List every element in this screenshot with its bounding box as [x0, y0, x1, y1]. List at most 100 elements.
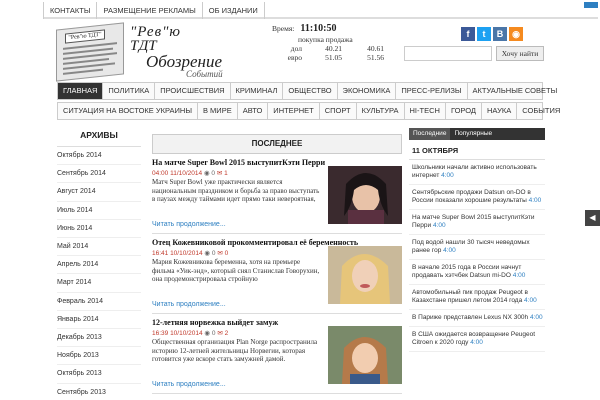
subnav-sport[interactable]: СПОРТ: [320, 103, 357, 119]
sidebar-date: 11 ОКТЯБРЯ: [409, 140, 545, 160]
read-more-link[interactable]: Читать продолжение...: [152, 381, 226, 388]
archive-item[interactable]: Апрель 2014: [57, 256, 141, 275]
eye-icon: ◉: [204, 330, 211, 337]
sidebar-news-item[interactable]: В начале 2015 года в России начнут прода…: [409, 260, 545, 285]
time-label: Время:: [272, 24, 295, 33]
nav-tips[interactable]: АКТУАЛЬНЫЕ СОВЕТЫ: [468, 83, 563, 99]
news-time: 4:00: [529, 314, 543, 321]
news-time: 4:00: [528, 197, 542, 204]
article-comments[interactable]: 2: [225, 330, 229, 337]
archive-item[interactable]: Май 2014: [57, 238, 141, 257]
article-views: 0: [211, 170, 216, 177]
article-thumbnail[interactable]: [328, 246, 402, 304]
subnav-world[interactable]: В МИРЕ: [198, 103, 238, 119]
news-time: 4:00: [524, 297, 537, 304]
currency-widget: Время: 11:10:50 покупка продажа дол 40.2…: [272, 23, 392, 62]
sidebar-news-item[interactable]: На матче Super Bowl 2015 выступитКэти Пе…: [409, 210, 545, 235]
article-thumbnail[interactable]: [328, 166, 402, 224]
topnav-contacts[interactable]: КОНТАКТЫ: [43, 2, 98, 19]
archive-item[interactable]: Декабрь 2013: [57, 329, 141, 348]
nav-home[interactable]: ГЛАВНАЯ: [58, 83, 104, 99]
archive-item[interactable]: Ноябрь 2013: [57, 347, 141, 366]
rate-currency: дол: [290, 44, 302, 53]
nav-incidents[interactable]: ПРОИСШЕСТВИЯ: [155, 83, 231, 99]
nav-economy[interactable]: ЭКОНОМИКА: [338, 83, 397, 99]
latest-news: ПОСЛЕДНЕЕ На матче Super Bowl 2015 высту…: [152, 134, 402, 394]
sidebar-news-item[interactable]: В США ожидается возвращение Peugeot Citr…: [409, 327, 545, 352]
sidebar-news-item[interactable]: Сентябрьские продажи Datsun on-DO в Росс…: [409, 185, 545, 210]
comment-icon: ✉: [217, 330, 223, 337]
rates-header: покупка продажа: [298, 35, 353, 44]
article-excerpt: Мария Кожевникова беременна, хотя на пре…: [152, 258, 320, 283]
subnav-events[interactable]: СОБЫТИЯ: [517, 103, 565, 119]
article-excerpt: Общественная организация Plan Norge расп…: [152, 338, 318, 363]
read-more-link[interactable]: Читать продолжение...: [152, 221, 226, 228]
archive-item[interactable]: Июнь 2014: [57, 220, 141, 239]
article-item: На матче Super Bowl 2015 выступитКэти Пе…: [152, 158, 402, 234]
article-item: 12-летняя норвежка выйдет замуж 16:39 10…: [152, 318, 402, 394]
read-more-link[interactable]: Читать продолжение...: [152, 301, 226, 308]
rate-sell: 40.61: [367, 44, 384, 53]
subnav-auto[interactable]: АВТО: [238, 103, 269, 119]
article-thumbnail[interactable]: [328, 326, 402, 384]
search-input[interactable]: [404, 46, 492, 61]
sidebar-news-item[interactable]: Под водой нашли 30 тысяч неведомых ранее…: [409, 235, 545, 260]
archive-item[interactable]: Октябрь 2014: [57, 147, 141, 166]
article-comments[interactable]: 1: [224, 170, 228, 177]
news-time: 4:00: [470, 339, 483, 346]
archive-widget: АРХИВЫ Октябрь 2014 Сентябрь 2014 Август…: [57, 128, 141, 400]
archive-item[interactable]: Март 2014: [57, 274, 141, 293]
archive-item[interactable]: Июль 2014: [57, 202, 141, 220]
subnav-science[interactable]: НАУКА: [482, 103, 518, 119]
twitter-icon[interactable]: t: [477, 27, 491, 41]
vk-icon[interactable]: В: [493, 27, 507, 41]
news-time: 4:00: [432, 222, 446, 229]
top-accent-bar: [584, 2, 598, 8]
social-links: f t В ◉: [461, 27, 523, 41]
sidebar-news-item[interactable]: В Париже представлен Lexus NX 300h 4:00: [409, 310, 545, 327]
subnav-internet[interactable]: ИНТЕРНЕТ: [268, 103, 320, 119]
nav-crime[interactable]: КРИМИНАЛ: [231, 83, 284, 99]
sidebar-news-item[interactable]: Школьники начали активно использовать ин…: [409, 160, 545, 185]
subnav-ukraine[interactable]: СИТУАЦИЯ НА ВОСТОКЕ УКРАИНЫ: [58, 103, 198, 119]
sidebar-news: Последние Популярные 11 ОКТЯБРЯ Школьник…: [409, 128, 545, 352]
archive-item[interactable]: Февраль 2014: [57, 293, 141, 311]
tab-popular[interactable]: Популярные: [450, 128, 496, 140]
archive-item[interactable]: Сентябрь 2014: [57, 165, 141, 184]
article-excerpt: Матч Super Bowl уже практически является…: [152, 178, 320, 203]
archive-item[interactable]: Октябрь 2013: [57, 365, 141, 384]
tab-latest[interactable]: Последние: [409, 128, 451, 140]
topnav-about[interactable]: ОБ ИЗДАНИИ: [203, 2, 265, 19]
newspaper-icon: "Рев"ю ТДТ": [56, 22, 124, 82]
newspaper-tag: "Рев"ю ТДТ": [65, 29, 105, 44]
archive-item[interactable]: Сентябрь 2013: [57, 384, 141, 400]
rate-sell: 51.56: [367, 53, 384, 62]
site-logo[interactable]: "Рев"ю ТДТ" "Рев"ю ТДТ Обозрение Событий: [56, 22, 236, 82]
search-button[interactable]: Хочу найти: [496, 46, 544, 61]
news-time: 4:00: [441, 172, 454, 179]
scroll-chevron-left-icon[interactable]: ◀: [585, 210, 600, 226]
archive-item[interactable]: Август 2014: [57, 183, 141, 202]
rate-buy: 40.21: [325, 44, 342, 53]
topnav-advertising[interactable]: РАЗМЕЩЕНИЕ РЕКЛАМЫ: [97, 2, 203, 19]
subnav-hitech[interactable]: HI-TECH: [405, 103, 446, 119]
nav-press-releases[interactable]: ПРЕСС-РЕЛИЗЫ: [396, 83, 468, 99]
article-item: Отец Кожевниковой прокомментировал её бе…: [152, 238, 402, 314]
nav-society[interactable]: ОБЩЕСТВО: [283, 83, 338, 99]
archive-list: Октябрь 2014 Сентябрь 2014 Август 2014 И…: [57, 147, 141, 400]
rate-buy: 51.05: [325, 53, 342, 62]
article-views: 0: [211, 250, 216, 257]
comment-icon: ✉: [217, 250, 223, 257]
nav-politics[interactable]: ПОЛИТИКА: [103, 83, 156, 99]
archive-title: АРХИВЫ: [57, 128, 141, 147]
sidebar-tabs: Последние Популярные: [409, 128, 545, 140]
article-date: 16:41 10/10/2014: [152, 250, 203, 257]
article-comments[interactable]: 0: [225, 250, 229, 257]
rate-row: дол 40.21 40.61: [272, 44, 392, 53]
archive-item[interactable]: Январь 2014: [57, 311, 141, 330]
rss-icon[interactable]: ◉: [509, 27, 523, 41]
sidebar-news-item[interactable]: Автомобильный пик продаж Peugeot в Казах…: [409, 285, 545, 310]
subnav-city[interactable]: ГОРОД: [446, 103, 482, 119]
subnav-culture[interactable]: КУЛЬТУРА: [357, 103, 405, 119]
facebook-icon[interactable]: f: [461, 27, 475, 41]
